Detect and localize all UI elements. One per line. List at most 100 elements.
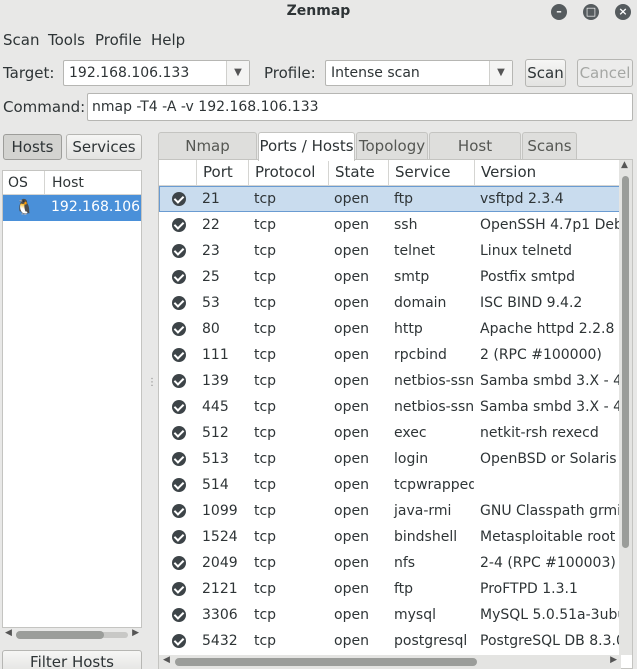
tab-nmap-output[interactable]: Nmap Output (158, 132, 257, 182)
tab-host-details[interactable]: Host Details (429, 132, 521, 182)
cell-protocol: tcp (254, 477, 277, 493)
scrollbar-thumb[interactable] (622, 176, 629, 548)
tab-topology[interactable]: Topology (356, 132, 428, 160)
profile-combo[interactable]: Intense scan ▼ (325, 60, 513, 86)
cell-version: Linux telnetd (480, 243, 573, 259)
cell-port: 80 (202, 321, 220, 337)
check-circle-icon (172, 478, 186, 492)
table-row[interactable]: 21 tcp open ftp vsftpd 2.3.4 (159, 186, 621, 212)
column-host[interactable]: Host (52, 175, 84, 191)
target-value[interactable]: 192.168.106.133 (69, 65, 189, 81)
cell-port: 1524 (202, 529, 238, 545)
cell-state: open (334, 451, 369, 467)
cell-service: postgresql (394, 633, 468, 649)
cell-service: rpcbind (394, 347, 447, 363)
host-row[interactable]: 🐧 192.168.106.133 (3, 195, 141, 221)
host-ip[interactable]: 192.168.106.133 (51, 199, 141, 215)
menu-tools[interactable]: Tools (48, 31, 85, 49)
scroll-left-icon[interactable]: ◀ (163, 655, 170, 665)
table-row[interactable]: 23 tcp open telnet Linux telnetd (159, 238, 621, 264)
scrollbar-thumb[interactable] (16, 631, 104, 639)
cell-state: open (334, 555, 369, 571)
scroll-left-icon[interactable]: ◀ (5, 628, 12, 638)
column-os[interactable]: OS (8, 175, 28, 191)
cell-port: 139 (202, 373, 229, 389)
table-row[interactable]: 2121 tcp open ftp ProFTPD 1.3.1 (159, 576, 621, 602)
scrollbar-thumb[interactable] (175, 658, 477, 666)
column-service[interactable]: Service (388, 160, 474, 186)
maximize-icon[interactable]: □ (583, 4, 599, 20)
cell-service: exec (394, 425, 427, 441)
cell-service: java-rmi (394, 503, 452, 519)
scroll-up-icon[interactable]: ▲ (621, 160, 628, 170)
command-value[interactable]: nmap -T4 -A -v 192.168.106.133 (92, 99, 319, 115)
column-protocol[interactable]: Protocol (248, 160, 328, 186)
scroll-right-icon[interactable]: ▶ (610, 655, 617, 665)
cell-port: 513 (202, 451, 229, 467)
table-row[interactable]: 25 tcp open smtp Postfix smtpd (159, 264, 621, 290)
scroll-right-icon[interactable]: ▶ (132, 628, 139, 638)
target-combo[interactable]: 192.168.106.133 ▼ (63, 60, 250, 86)
cell-service: nfs (394, 555, 416, 571)
cell-version: PostgreSQL DB 8.3.0 - 8.3.7 (480, 633, 621, 649)
table-row[interactable]: 3306 tcp open mysql MySQL 5.0.51a-3ubuntu5 (159, 602, 621, 628)
cancel-button[interactable]: Cancel (577, 59, 633, 87)
table-row[interactable]: 445 tcp open netbios-ssn Samba smbd 3.X - 4.… (159, 394, 621, 420)
cell-state: open (334, 191, 369, 207)
filter-hosts-button[interactable]: Filter Hosts (2, 650, 142, 669)
table-row[interactable]: 1099 tcp open java-rmi GNU Classpath grmireg… (159, 498, 621, 524)
table-row[interactable]: 2049 tcp open nfs 2-4 (RPC #100003) (159, 550, 621, 576)
table-row[interactable]: 5432 tcp open postgresql PostgreSQL DB 8.3.0… (159, 628, 621, 654)
services-button[interactable]: Services (66, 134, 142, 160)
check-circle-icon (172, 634, 186, 648)
column-port[interactable]: Port (196, 160, 248, 186)
cell-protocol: tcp (254, 399, 277, 415)
check-circle-icon (172, 322, 186, 336)
cell-state: open (334, 607, 369, 623)
cell-state: open (334, 373, 369, 389)
column-state[interactable]: State (328, 160, 388, 186)
column-status[interactable] (159, 160, 196, 186)
table-row[interactable]: 111 tcp open rpcbind 2 (RPC #100000) (159, 342, 621, 368)
check-circle-icon (172, 400, 186, 414)
cell-state: open (334, 633, 369, 649)
table-row[interactable]: 22 tcp open ssh OpenSSH 4.7p1 Debian 8ubuntu… (159, 212, 621, 238)
cell-version: Samba smbd 3.X - 4.X (workgroup: WORKGRO… (480, 399, 621, 415)
table-row[interactable]: 514 tcp open tcpwrapped (159, 472, 621, 498)
chevron-down-icon[interactable]: ▼ (226, 61, 249, 85)
profile-value[interactable]: Intense scan (331, 65, 420, 81)
table-row[interactable]: 80 tcp open http Apache httpd 2.2.8 ((Ubuntu… (159, 316, 621, 342)
table-hscrollbar[interactable]: ◀ ▶ (159, 655, 621, 669)
table-row[interactable]: 1524 tcp open bindshell Metasploitable root … (159, 524, 621, 550)
check-circle-icon (172, 218, 186, 232)
cell-state: open (334, 321, 369, 337)
cell-version: GNU Classpath grmiregistry (480, 503, 621, 519)
close-icon[interactable]: × (615, 4, 631, 20)
tab-scans[interactable]: Scans (522, 132, 577, 160)
table-vscrollbar[interactable]: ▲ (619, 160, 632, 655)
command-field[interactable]: nmap -T4 -A -v 192.168.106.133 (87, 93, 633, 121)
menu-scan[interactable]: Scan (3, 31, 39, 49)
cell-protocol: tcp (254, 555, 277, 571)
table-row[interactable]: 513 tcp open login OpenBSD or Solaris rlogin… (159, 446, 621, 472)
cell-version: OpenBSD or Solaris rlogind (480, 451, 621, 467)
cell-port: 3306 (202, 607, 238, 623)
menu-profile[interactable]: Profile (95, 31, 142, 49)
hosts-button[interactable]: Hosts (3, 134, 62, 160)
tab-ports-hosts[interactable]: Ports / Hosts (258, 132, 355, 161)
host-list-hscrollbar[interactable]: ◀ ▶ (2, 628, 142, 642)
minimize-icon[interactable]: – (551, 4, 567, 20)
cell-protocol: tcp (254, 269, 277, 285)
check-circle-icon (172, 608, 186, 622)
cell-version: ProFTPD 1.3.1 (480, 581, 578, 597)
table-row[interactable]: 139 tcp open netbios-ssn Samba smbd 3.X - 4.… (159, 368, 621, 394)
table-row[interactable]: 53 tcp open domain ISC BIND 9.4.2 (159, 290, 621, 316)
table-row[interactable]: 512 tcp open exec netkit-rsh rexecd (159, 420, 621, 446)
column-version[interactable]: Version (474, 160, 621, 186)
chevron-down-icon[interactable]: ▼ (489, 61, 512, 85)
pane-resize-handle[interactable]: ⋮ (147, 378, 157, 420)
scan-button[interactable]: Scan (525, 59, 566, 87)
menu-help[interactable]: Help (151, 31, 185, 49)
cell-port: 445 (202, 399, 229, 415)
cell-service: ssh (394, 217, 418, 233)
